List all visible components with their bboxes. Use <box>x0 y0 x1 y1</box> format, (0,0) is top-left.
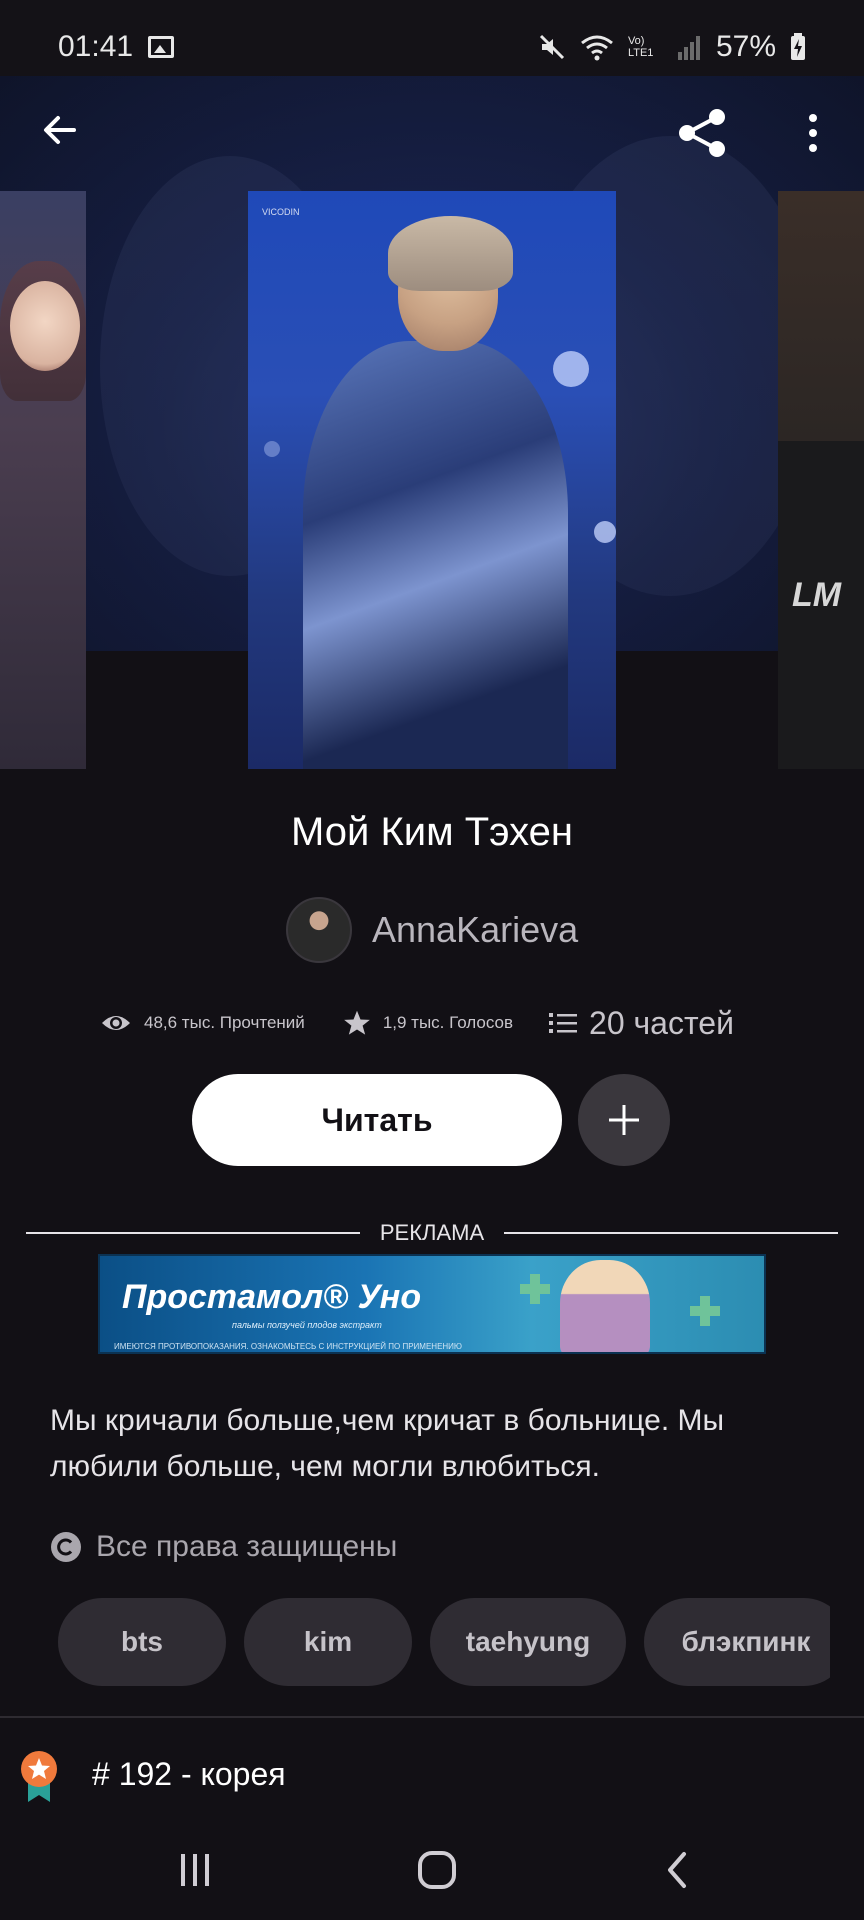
author-link[interactable]: AnnaKarieva <box>286 897 578 963</box>
ad-banner-title: Простамол® Уно <box>122 1278 422 1316</box>
pharmacy-cross-icon <box>690 1296 720 1326</box>
more-vertical-icon <box>809 114 817 152</box>
chevron-left-icon <box>668 1852 686 1888</box>
ranking-text: # 192 - корея <box>92 1756 286 1792</box>
status-indicators: Vo) LTE1 57% <box>538 30 806 64</box>
image-notification-icon <box>148 36 174 58</box>
parts-stat[interactable]: 20 частей <box>549 1005 734 1042</box>
ad-banner[interactable]: Простамол® Уно пальмы ползучей плодов эк… <box>98 1254 766 1354</box>
signal-icon <box>677 36 700 60</box>
status-bar: 01:41 Vo) LTE1 57% <box>0 0 864 76</box>
read-button[interactable]: Читать <box>192 1074 562 1166</box>
system-navigation-bar <box>0 1820 864 1920</box>
cover-art <box>10 281 80 371</box>
add-to-library-button[interactable] <box>578 1074 670 1166</box>
copyright-icon <box>51 1532 81 1562</box>
ad-disclaimer: ИМЕЮТСЯ ПРОТИВОПОКАЗАНИЯ. ОЗНАКОМЬТЕСЬ С… <box>114 1342 463 1351</box>
more-options-button[interactable] <box>790 100 836 166</box>
ad-divider: РЕКЛАМА <box>26 1216 838 1250</box>
eye-icon <box>102 1016 130 1030</box>
network-label: Vo) LTE1 <box>627 35 654 59</box>
wifi-icon <box>581 35 613 61</box>
cover-previous[interactable] <box>0 191 86 769</box>
recent-apps-icon <box>181 1854 209 1886</box>
reads-stat: 48,6 тыс. Прочтений <box>100 1011 305 1035</box>
star-icon <box>343 1010 370 1035</box>
cover-art <box>264 441 280 457</box>
story-stats: 48,6 тыс. Прочтений 1,9 тыс. Голосов 20 … <box>100 1000 734 1046</box>
list-icon <box>549 1013 578 1033</box>
back-button[interactable] <box>30 100 90 160</box>
mute-icon <box>539 34 565 60</box>
share-button[interactable] <box>670 100 736 166</box>
cover-current[interactable]: VICODIN <box>248 191 616 769</box>
home-button[interactable] <box>402 1840 472 1900</box>
cover-next[interactable]: LM <box>778 191 864 769</box>
pharmacy-cross-icon <box>520 1274 550 1304</box>
story-description: Мы кричали больше,чем кричат в больнице.… <box>50 1404 725 1483</box>
arrow-left-icon <box>44 116 76 144</box>
recent-apps-button[interactable] <box>160 1840 230 1900</box>
cover-art: LM <box>792 576 842 614</box>
story-title: Мой Ким Тэхен <box>290 810 573 854</box>
battery-charging-icon <box>791 33 805 60</box>
nav-back-button[interactable] <box>642 1840 712 1900</box>
tag-chip[interactable]: taehyung <box>430 1598 626 1686</box>
author-name: AnnaKarieva <box>372 909 579 950</box>
ad-banner-subtitle: пальмы ползучей плодов экстракт <box>232 1320 382 1330</box>
tag-chip[interactable]: kim <box>244 1598 412 1686</box>
copyright-info: Все права защищены <box>50 1530 397 1564</box>
cover-art <box>553 351 589 387</box>
parts-count: 20 частей <box>589 1004 734 1041</box>
ad-model-image <box>560 1260 650 1352</box>
votes-stat: 1,9 тыс. Голосов <box>343 1009 513 1037</box>
cover-caption: VICODIN <box>262 207 300 217</box>
cover-art <box>303 341 568 769</box>
cover-art <box>594 521 616 543</box>
status-time: 01:41 <box>58 30 134 63</box>
reads-count: 48,6 тыс. Прочтений <box>144 1013 305 1032</box>
plus-icon <box>609 1105 639 1135</box>
tag-chip[interactable]: блэкпинк <box>644 1598 830 1686</box>
tag-list: bts kim taehyung блэкпинк <box>58 1598 830 1688</box>
ranking-badge-icon <box>21 1751 57 1802</box>
tag-chip[interactable]: bts <box>58 1598 226 1686</box>
copyright-text: Все права защищены <box>96 1530 398 1563</box>
home-icon <box>418 1851 456 1889</box>
ad-label: РЕКЛАМА <box>379 1220 485 1245</box>
battery-percent: 57% <box>715 30 776 63</box>
share-icon <box>679 109 725 157</box>
votes-count: 1,9 тыс. Голосов <box>382 1013 514 1032</box>
cover-art <box>388 216 513 291</box>
avatar <box>286 897 352 963</box>
